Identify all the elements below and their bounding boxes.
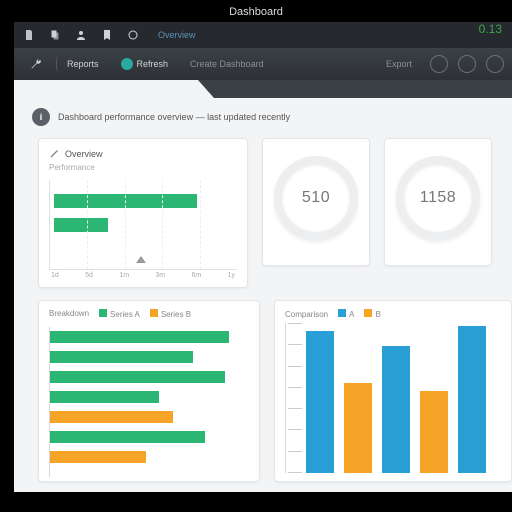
gauge-1-ring: 510 [274, 156, 358, 240]
doc-icon[interactable] [22, 28, 36, 42]
tool-refresh-label: Refresh [137, 59, 169, 69]
breakdown-legend: Breakdown Series A Series B [49, 309, 249, 319]
breakdown-title: Breakdown [49, 309, 89, 319]
overview-title-text: Overview [65, 149, 103, 159]
tick: 1y [228, 272, 235, 279]
overview-xticks: 1d 5d 1m 3m 6m 1y [49, 270, 237, 279]
tool-reports[interactable]: Reports [56, 56, 107, 72]
c-bar [382, 346, 410, 474]
toolbar: Reports Refresh Create Dashboard Export [14, 48, 512, 80]
tabstrip [14, 80, 512, 98]
notice-text: Dashboard performance overview — last up… [58, 112, 290, 122]
comparison-badge: 0.13 [479, 22, 502, 36]
legend-a: A [349, 310, 354, 319]
tool-wrench[interactable] [22, 55, 50, 73]
breakdown-card: Breakdown Series A Series B [38, 300, 260, 482]
gauge-1-value: 510 [302, 189, 330, 207]
overview-bar-2 [54, 218, 108, 232]
pencil-icon [49, 147, 61, 161]
action-icon-2[interactable] [458, 55, 476, 73]
notice-bar: i Dashboard performance overview — last … [14, 98, 512, 132]
ring-icon[interactable] [126, 28, 140, 42]
tool-create[interactable]: Create Dashboard [182, 56, 272, 72]
comparison-title: Comparison [285, 310, 328, 319]
comparison-legend: Comparison A B 0.13 [285, 309, 501, 319]
legend-b: Series B [161, 310, 191, 319]
overview-title: Overview [49, 147, 237, 161]
status-dot-icon [121, 58, 133, 70]
comparison-card: Comparison A B 0.13 [274, 300, 512, 482]
active-tab[interactable] [14, 80, 214, 98]
window-title: Dashboard [0, 6, 512, 18]
gauge-2: 1158 [384, 138, 492, 266]
c-bar [458, 326, 486, 473]
info-icon: i [32, 108, 50, 126]
app-screen: Overview Reports Refresh Create Dashboar… [14, 22, 512, 492]
action-icon-3[interactable] [486, 55, 504, 73]
user-icon[interactable] [74, 28, 88, 42]
legend-b: B [375, 310, 380, 319]
tool-refresh[interactable]: Refresh [113, 55, 177, 73]
marker-icon [136, 256, 146, 263]
copy-icon[interactable] [48, 28, 62, 42]
overview-chart [49, 180, 237, 270]
overview-subtitle: Performance [49, 163, 237, 172]
gauge-2-ring: 1158 [396, 156, 480, 240]
tick: 3m [155, 272, 165, 279]
c-bar [344, 383, 372, 473]
breakdown-chart [49, 327, 249, 477]
tick: 6m [192, 272, 202, 279]
titlebar: Overview [14, 22, 512, 48]
c-bar [306, 331, 334, 474]
topbar-label: Overview [158, 30, 196, 40]
comparison-chart [285, 323, 501, 473]
tool-export[interactable]: Export [378, 56, 420, 72]
c-bar [420, 391, 448, 474]
gauge-2-value: 1158 [420, 189, 456, 207]
gauge-1: 510 [262, 138, 370, 266]
y-ruler [288, 323, 302, 473]
bookmark-icon[interactable] [100, 28, 114, 42]
tick: 1m [119, 272, 129, 279]
legend-a: Series A [110, 310, 140, 319]
overview-card: Overview Performance 1d 5d 1m 3m 6m 1y [38, 138, 248, 288]
tick: 5d [85, 272, 93, 279]
tick: 1d [51, 272, 59, 279]
action-icon-1[interactable] [430, 55, 448, 73]
